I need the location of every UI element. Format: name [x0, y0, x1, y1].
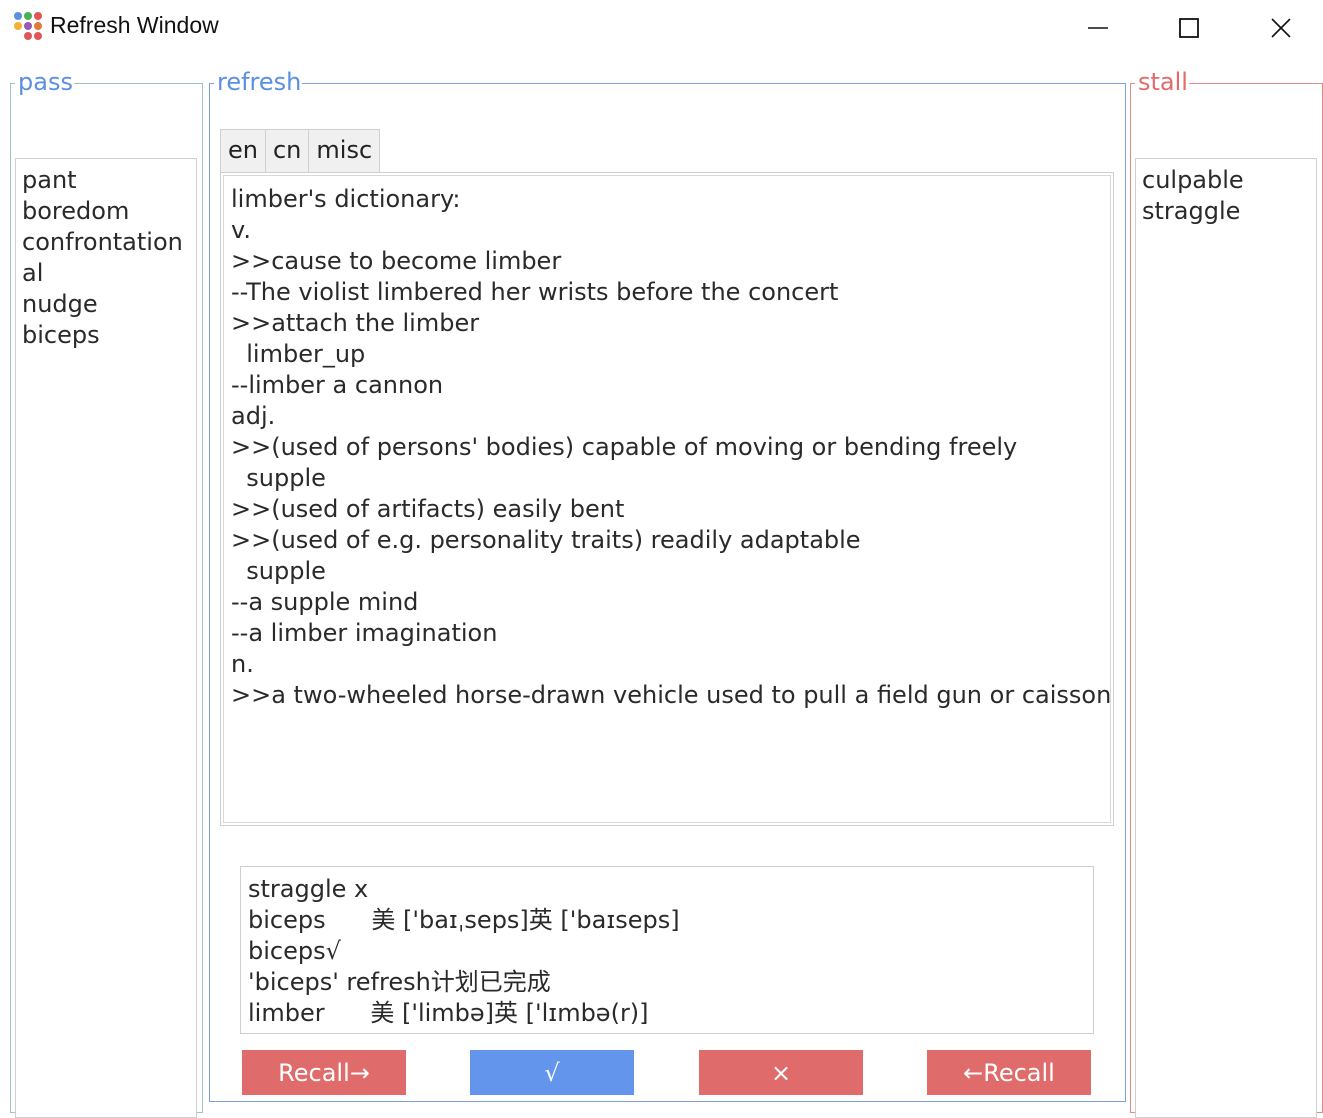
group-border [11, 83, 15, 84]
refresh-group-label: refresh [216, 68, 303, 96]
pass-check-button[interactable]: √ [470, 1050, 634, 1095]
stall-group-label: stall [1137, 68, 1189, 96]
stall-cross-button[interactable]: × [699, 1050, 863, 1095]
minimize-button[interactable] [1052, 0, 1144, 56]
group-border [69, 83, 202, 84]
pass-group-label: pass [17, 68, 74, 96]
list-item[interactable]: boredom [22, 196, 190, 227]
list-item[interactable]: nudge [22, 289, 190, 320]
tab-cn[interactable]: cn [265, 129, 310, 173]
group-border [210, 83, 214, 84]
list-item[interactable]: biceps [22, 320, 190, 351]
title-bar: Refresh Window [0, 0, 1323, 56]
group-border [1185, 83, 1322, 84]
maximize-button[interactable] [1143, 0, 1235, 56]
dictionary-text[interactable]: limber's dictionary: v. >>cause to becom… [223, 175, 1111, 823]
app-dots-icon [14, 12, 42, 42]
log-output[interactable]: straggle x biceps 美 ['baɪˌseps]英 ['baɪse… [240, 866, 1094, 1034]
list-item[interactable]: al [22, 258, 190, 289]
list-item[interactable]: pant [22, 165, 190, 196]
close-icon [1271, 18, 1291, 38]
list-item[interactable]: straggle [1142, 196, 1310, 227]
maximize-icon [1179, 18, 1199, 38]
close-button[interactable] [1235, 0, 1323, 56]
tab-misc[interactable]: misc [309, 129, 381, 173]
tab-bar: en cn misc [220, 129, 381, 173]
recall-forward-button[interactable]: Recall→ [242, 1050, 406, 1095]
tab-en[interactable]: en [220, 129, 266, 173]
window-title: Refresh Window [50, 12, 219, 38]
stall-list[interactable]: culpable straggle [1135, 158, 1317, 1118]
recall-back-button[interactable]: ←Recall [927, 1050, 1091, 1095]
dictionary-panel: limber's dictionary: v. >>cause to becom… [220, 172, 1114, 826]
list-item[interactable]: confrontation [22, 227, 190, 258]
group-border [1131, 83, 1135, 84]
list-item[interactable]: culpable [1142, 165, 1310, 196]
minimize-icon [1088, 27, 1108, 29]
group-border [300, 83, 1125, 84]
pass-list[interactable]: pant boredom confrontation al nudge bice… [15, 158, 197, 1118]
